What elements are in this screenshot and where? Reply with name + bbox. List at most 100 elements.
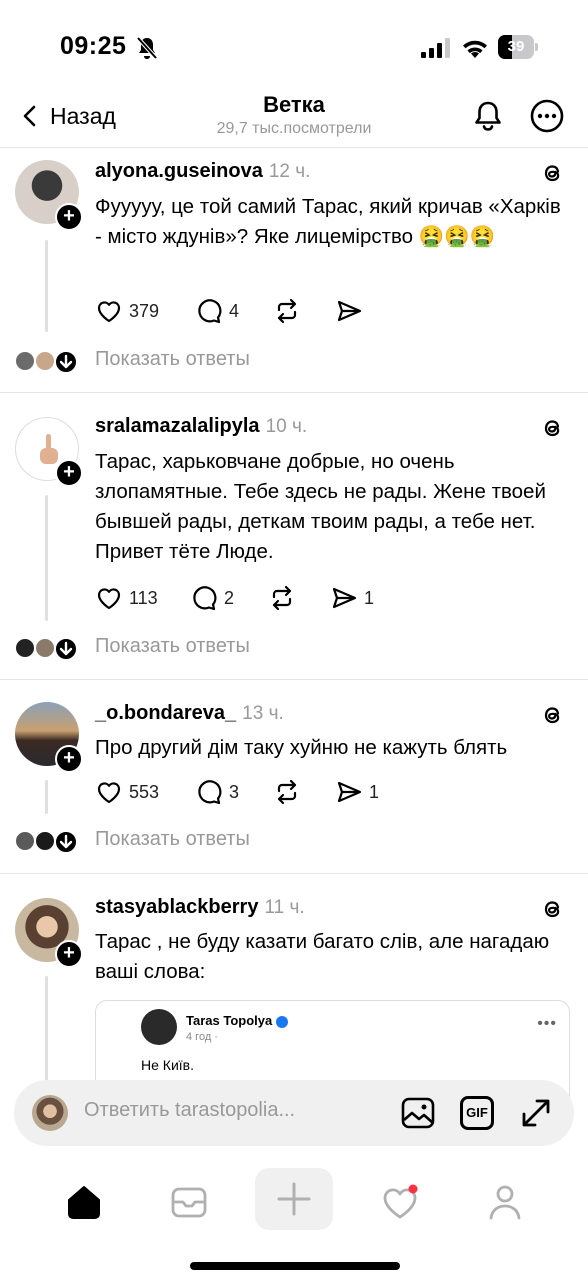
battery-level: 39 <box>507 38 525 55</box>
post-time: 13 ч. <box>242 703 284 724</box>
send-icon <box>337 300 362 322</box>
comment-button[interactable]: 4 <box>195 296 239 326</box>
threads-logo-icon[interactable] <box>540 702 566 728</box>
post-text: Тарас , не буду казати багато слів, але … <box>95 930 550 983</box>
reply-input[interactable]: Ответить tarastopolia... <box>84 1099 295 1122</box>
like-button[interactable]: 113 <box>95 583 158 613</box>
show-replies-link[interactable]: Показать ответы <box>95 635 250 658</box>
post-text: Про другий дім таку хуйню не кажуть блят… <box>95 736 508 759</box>
wifi-icon <box>463 40 487 58</box>
like-button[interactable]: 379 <box>95 296 159 326</box>
post-actions: 553 3 1 <box>95 777 395 807</box>
inbox-icon[interactable] <box>167 1180 211 1224</box>
show-replies-link[interactable]: Показать ответы <box>95 828 250 851</box>
post-username[interactable]: alyona.guseinova 12 ч. <box>95 160 310 183</box>
bell-muted-icon <box>136 36 158 60</box>
image-attach-icon[interactable] <box>400 1095 436 1131</box>
like-count: 379 <box>129 300 160 321</box>
more-dots-icon: ••• <box>537 1015 557 1032</box>
expand-icon[interactable] <box>518 1095 554 1131</box>
more-options-icon[interactable] <box>529 98 565 134</box>
comment-bubble-icon <box>198 780 222 805</box>
plus-icon <box>277 1182 311 1216</box>
home-indicator <box>190 1262 400 1270</box>
cellular-signal-icon <box>421 38 450 58</box>
repost-button[interactable] <box>273 296 301 326</box>
thread-line <box>45 976 48 1086</box>
arrow-down-icon <box>54 830 78 854</box>
home-icon[interactable] <box>62 1180 106 1224</box>
threads-logo-icon[interactable] <box>540 415 566 441</box>
comment-count: 3 <box>229 781 240 802</box>
share-button[interactable]: 1 <box>335 777 379 807</box>
reply-bar: Ответить tarastopolia... GIF <box>14 1080 574 1146</box>
notification-bell-icon[interactable] <box>470 98 506 134</box>
reply-avatar <box>14 830 36 852</box>
share-button[interactable]: 1 <box>330 583 374 613</box>
show-replies-row[interactable]: Показать ответы <box>0 633 588 669</box>
post-username[interactable]: stasyablackberry 11 ч. <box>95 896 305 919</box>
heart-icon <box>97 588 121 610</box>
comment-count: 2 <box>224 587 235 608</box>
show-replies-row[interactable]: Показать ответы <box>0 346 588 382</box>
heart-icon <box>97 782 121 804</box>
tab-bar <box>0 1160 588 1280</box>
send-icon <box>337 781 362 803</box>
comment-bubble-icon <box>193 586 217 611</box>
follow-plus-button[interactable]: + <box>55 940 83 968</box>
reply-post: + alyona.guseinova 12 ч. Фууууу, це той с… <box>0 148 588 393</box>
new-post-button[interactable] <box>255 1168 333 1230</box>
post-text: Фууууу, це той самий Тарас, який кричав … <box>95 195 561 248</box>
post-username[interactable]: _o.bondareva_ 13 ч. <box>95 702 284 725</box>
thread-line <box>45 780 48 814</box>
username-text[interactable]: alyona.guseinova <box>95 160 263 182</box>
like-count: 553 <box>129 781 160 802</box>
post-time: 10 ч. <box>265 416 308 437</box>
post-actions: 379 4 <box>95 296 395 326</box>
repost-button[interactable] <box>273 777 301 807</box>
show-replies-row[interactable]: Показать ответы <box>0 826 588 862</box>
quote-text: Не Київ. <box>141 1057 194 1073</box>
repost-button[interactable] <box>268 583 296 613</box>
activity-heart-icon[interactable] <box>378 1180 422 1224</box>
reply-avatar <box>14 637 36 659</box>
threads-logo-icon[interactable] <box>540 896 566 922</box>
thread-line <box>45 240 48 332</box>
follow-plus-button[interactable]: + <box>55 745 83 773</box>
show-replies-link[interactable]: Показать ответы <box>95 348 250 371</box>
quote-avatar <box>141 1009 177 1045</box>
arrow-down-icon <box>54 350 78 374</box>
comment-count: 4 <box>229 300 240 321</box>
post-time: 11 ч. <box>264 897 305 918</box>
username-text[interactable]: stasyablackberry <box>95 896 258 918</box>
quote-author-name: Taras Topolya <box>186 1013 273 1028</box>
share-count: 1 <box>364 587 375 608</box>
comment-button[interactable]: 2 <box>190 583 234 613</box>
like-count: 113 <box>129 587 158 608</box>
threads-logo-icon[interactable] <box>540 160 566 186</box>
like-button[interactable]: 553 <box>95 777 159 807</box>
status-time: 09:25 <box>60 32 127 60</box>
quote-author: Taras Topolya <box>186 1013 289 1028</box>
reply-avatar <box>34 637 56 659</box>
share-button[interactable] <box>335 296 363 326</box>
username-text[interactable]: sralamazalalipyla <box>95 415 260 437</box>
quote-meta: 4 год · <box>186 1031 218 1043</box>
status-bar: 09:25 39 <box>0 0 588 90</box>
follow-plus-button[interactable]: + <box>55 459 83 487</box>
follow-plus-button[interactable]: + <box>55 203 83 231</box>
reply-avatar <box>34 830 56 852</box>
reply-avatar <box>34 350 56 372</box>
comment-button[interactable]: 3 <box>195 777 239 807</box>
thread-line <box>45 495 48 621</box>
profile-icon[interactable] <box>483 1180 527 1224</box>
post-text: Тарас, харьковчане добрые, но очень злоп… <box>95 450 546 563</box>
username-text[interactable]: _o.bondareva_ <box>95 702 236 724</box>
reply-avatar <box>14 350 36 372</box>
reply-post: + _o.bondareva_ 13 ч. Про другий дім таку… <box>0 680 588 874</box>
post-username[interactable]: sralamazalalipyla 10 ч. <box>95 415 307 438</box>
repost-icon <box>277 298 297 324</box>
comment-bubble-icon <box>198 299 222 324</box>
gif-button[interactable]: GIF <box>460 1096 494 1130</box>
heart-icon <box>97 301 121 323</box>
